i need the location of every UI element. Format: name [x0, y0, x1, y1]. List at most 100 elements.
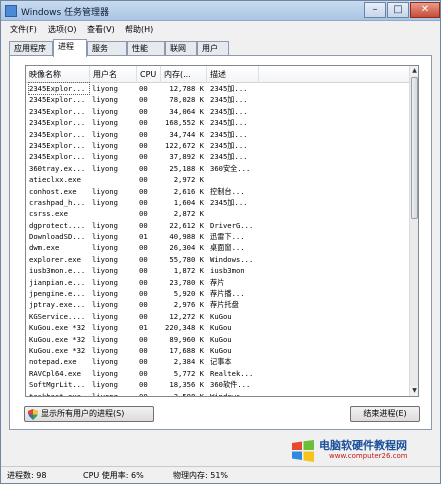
process-user: liyong	[92, 277, 118, 287]
menu-options[interactable]: 选项(O)	[48, 24, 77, 35]
tab-processes[interactable]: 进程	[53, 39, 87, 57]
process-name: csrss.exe	[29, 209, 68, 219]
process-user: liyong	[92, 243, 118, 253]
process-description: Realtek...	[210, 368, 254, 378]
process-row[interactable]: 2345Explor... liyong 00 168,552 K 2345加...	[26, 117, 409, 128]
minimize-button[interactable]: –	[364, 2, 386, 18]
close-button[interactable]: ✕	[410, 2, 440, 18]
process-memory: 168,552 K	[165, 118, 204, 128]
process-memory: 23,780 K	[169, 277, 204, 287]
process-name: iusb3mon.e...	[29, 266, 86, 276]
process-row[interactable]: jianpian.e... liyong 00 23,780 K 荐片	[26, 277, 409, 288]
process-row[interactable]: 2345Explor... liyong 00 34,744 K 2345加...	[26, 129, 409, 140]
process-description: 2345加...	[210, 140, 248, 150]
process-name: SoftMgrLit...	[29, 380, 86, 390]
process-row[interactable]: KuGou.exe *32 liyong 00 89,960 K KuGou	[26, 334, 409, 345]
column-cpu[interactable]: CPU	[137, 66, 161, 83]
end-process-button[interactable]: 结束进程(E)	[350, 406, 420, 422]
process-description: KuGou	[210, 323, 232, 333]
process-row[interactable]: crashpad_h... liyong 00 1,604 K 2345加...	[26, 197, 409, 208]
vertical-scrollbar[interactable]: ▲ ▼	[409, 66, 418, 396]
process-row[interactable]: dwm.exe liyong 00 26,304 K 桌面窗...	[26, 242, 409, 253]
column-memory[interactable]: 内存(...	[161, 66, 207, 83]
process-row[interactable]: DownloadSD... liyong 01 40,988 K 迅雷下...	[26, 231, 409, 242]
process-cpu: 00	[139, 95, 148, 105]
process-row[interactable]: 2345Explor... liyong 00 34,064 K 2345加...	[26, 106, 409, 117]
process-row[interactable]: atieclxx.exe 00 2,972 K	[26, 174, 409, 185]
menu-view[interactable]: 查看(V)	[87, 24, 115, 35]
process-row[interactable]: jpengine.e... liyong 00 5,920 K 荐片播...	[26, 288, 409, 299]
process-description: iusb3mon	[210, 266, 245, 276]
tab-networking[interactable]: 联网	[165, 41, 197, 56]
process-cpu: 01	[139, 323, 148, 333]
process-name: conhost.exe	[29, 186, 77, 196]
process-description: Windows...	[210, 254, 254, 264]
tab-applications[interactable]: 应用程序	[9, 41, 53, 56]
process-row[interactable]: dgprotect.... liyong 00 22,612 K DriverG...	[26, 220, 409, 231]
process-row[interactable]: explorer.exe liyong 00 55,780 K Windows...	[26, 254, 409, 265]
process-cpu: 00	[139, 129, 148, 139]
process-memory: 26,304 K	[169, 243, 204, 253]
process-row[interactable]: SoftMgrLit... liyong 00 18,356 K 360软件...	[26, 379, 409, 390]
process-name: jpengine.e...	[29, 289, 86, 299]
process-cpu: 00	[139, 209, 148, 219]
column-user-name[interactable]: 用户名	[90, 66, 137, 83]
process-row[interactable]: conhost.exe liyong 00 2,616 K 控制台...	[26, 186, 409, 197]
process-row[interactable]: 2345Explor... liyong 00 37,892 K 2345加...	[26, 151, 409, 162]
scroll-thumb[interactable]	[411, 77, 418, 219]
process-memory: 2,872 K	[173, 209, 204, 219]
process-user: liyong	[92, 254, 118, 264]
tab-users[interactable]: 用户	[197, 41, 229, 56]
process-row[interactable]: KGService.... liyong 00 12,272 K KuGou	[26, 311, 409, 322]
process-memory: 2,616 K	[173, 186, 204, 196]
process-cpu: 00	[139, 266, 148, 276]
process-name: taskhost.exe	[29, 391, 81, 397]
menu-file[interactable]: 文件(F)	[10, 24, 37, 35]
process-user: liyong	[92, 266, 118, 276]
process-user: liyong	[92, 232, 118, 242]
process-row[interactable]: taskhost.exe liyong 00 3,588 K Windows...	[26, 391, 409, 397]
process-row[interactable]: iusb3mon.e... liyong 00 1,872 K iusb3mon	[26, 265, 409, 276]
process-description: 荐片播...	[210, 289, 245, 299]
process-list[interactable]: 映像名称 用户名 CPU 内存(... 描述 2345Explor... liyo…	[25, 65, 419, 397]
tab-performance[interactable]: 性能	[127, 41, 165, 56]
process-cpu: 00	[139, 220, 148, 230]
menu-help[interactable]: 帮助(H)	[125, 24, 153, 35]
process-user: liyong	[92, 197, 118, 207]
column-image-name[interactable]: 映像名称	[26, 66, 90, 83]
process-description: 2345加...	[210, 197, 248, 207]
scroll-down-icon[interactable]: ▼	[410, 386, 418, 396]
process-memory: 12,788 K	[169, 84, 204, 93]
column-description[interactable]: 描述	[207, 66, 259, 83]
process-user: liyong	[92, 368, 118, 378]
process-row[interactable]: 360tray.ex... liyong 00 25,188 K 360安全...	[26, 163, 409, 174]
title-bar[interactable]: Windows 任务管理器 – □ ✕	[1, 1, 440, 21]
process-user: liyong	[92, 186, 118, 196]
process-memory: 89,960 K	[169, 334, 204, 344]
process-memory: 78,028 K	[169, 95, 204, 105]
tab-services[interactable]: 服务	[87, 41, 127, 56]
process-row[interactable]: jptray.exe... liyong 00 2,976 K 荐片托盘	[26, 299, 409, 310]
task-manager-window: Windows 任务管理器 – □ ✕ 文件(F) 选项(O) 查看(V) 帮助…	[0, 0, 441, 484]
maximize-button[interactable]: □	[387, 2, 409, 18]
process-row[interactable]: 2345Explor... liyong 00 12,788 K 2345加...	[26, 81, 409, 96]
process-user: liyong	[92, 106, 118, 116]
process-row[interactable]: RAVCpl64.exe liyong 00 5,772 K Realtek...	[26, 368, 409, 379]
process-cpu: 01	[139, 232, 148, 242]
process-row[interactable]: notepad.exe liyong 00 2,384 K 记事本	[26, 356, 409, 367]
process-cpu: 00	[139, 152, 148, 162]
status-process-count: 进程数: 98	[7, 471, 47, 480]
process-name: DownloadSD...	[29, 232, 86, 242]
processes-panel: 映像名称 用户名 CPU 内存(... 描述 2345Explor... liyo…	[9, 55, 432, 430]
process-row[interactable]: 2345Explor... liyong 00 78,028 K 2345加...	[26, 94, 409, 105]
show-all-processes-button[interactable]: 显示所有用户的进程(S)	[24, 406, 154, 422]
process-row[interactable]: csrss.exe 00 2,872 K	[26, 208, 409, 219]
process-row[interactable]: KuGou.exe *32 liyong 01 220,348 K KuGou	[26, 322, 409, 333]
process-description: KuGou	[210, 334, 232, 344]
process-row[interactable]: 2345Explor... liyong 00 122,672 K 2345加...	[26, 140, 409, 151]
process-name: crashpad_h...	[29, 197, 86, 207]
menu-bar: 文件(F) 选项(O) 查看(V) 帮助(H)	[1, 21, 440, 38]
process-user: liyong	[92, 345, 118, 355]
process-row[interactable]: KuGou.exe *32 liyong 00 17,688 K KuGou	[26, 345, 409, 356]
scroll-up-icon[interactable]: ▲	[410, 66, 418, 76]
